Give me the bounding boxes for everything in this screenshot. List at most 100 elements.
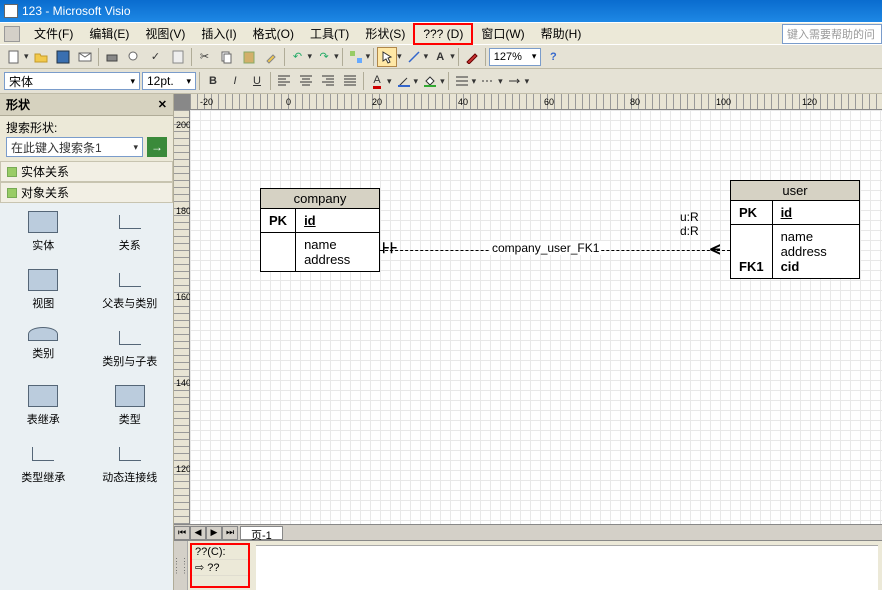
align-left-button[interactable] xyxy=(274,71,294,91)
redo-button[interactable]: ↷ xyxy=(314,47,334,67)
preview-icon xyxy=(127,50,141,64)
stencil-category[interactable]: 类别 xyxy=(0,319,87,377)
paste-button[interactable] xyxy=(239,47,259,67)
menu-insert[interactable]: 插入(I) xyxy=(193,23,244,44)
new-button[interactable] xyxy=(4,47,24,67)
paste-icon xyxy=(242,50,256,64)
sidebar-close-icon[interactable]: ✕ xyxy=(158,98,167,111)
print-button[interactable] xyxy=(102,47,122,67)
menu-file[interactable]: 文件(F) xyxy=(26,23,81,44)
ink-button[interactable] xyxy=(462,47,482,67)
stencil-type-inherit[interactable]: 类型继承 xyxy=(0,435,87,493)
cut-button[interactable]: ✂ xyxy=(195,47,215,67)
bucket-icon xyxy=(423,74,437,88)
entity-user[interactable]: user PK FK1 id name address cid xyxy=(730,180,860,279)
stencil-view[interactable]: 视图 xyxy=(0,261,87,319)
font-selector[interactable]: 宋体▾ xyxy=(4,72,140,90)
italic-button[interactable]: I xyxy=(225,71,245,91)
entity-company-field-address: address xyxy=(304,252,371,267)
fill-color-button[interactable] xyxy=(420,71,440,91)
new-icon xyxy=(7,50,21,64)
entity-user-field-name: name xyxy=(781,229,851,244)
align-justify-icon xyxy=(343,74,357,88)
entity-user-field-cid: cid xyxy=(781,259,851,274)
copy-button[interactable] xyxy=(217,47,237,67)
bold-button[interactable]: B xyxy=(203,71,223,91)
error-line-1: ??(C): xyxy=(192,545,248,560)
stencil-table-inherit[interactable]: 表继承 xyxy=(0,377,87,435)
line-pattern-icon xyxy=(481,74,495,88)
last-page-button[interactable]: ⏭ xyxy=(222,526,238,540)
stencil-button[interactable] xyxy=(346,47,366,67)
align-right-button[interactable] xyxy=(318,71,338,91)
menu-window[interactable]: 窗口(W) xyxy=(473,23,532,44)
menu-format[interactable]: 格式(O) xyxy=(245,23,302,44)
shape-search-input[interactable]: 在此键入搜索条1▾ xyxy=(6,137,143,157)
next-page-button[interactable]: ▶ xyxy=(206,526,222,540)
text-tool-button[interactable]: A xyxy=(430,47,450,67)
font-color-button[interactable]: A xyxy=(367,71,387,91)
category-entity-relation[interactable]: 实体关系 xyxy=(0,161,173,182)
doc-icon xyxy=(4,26,20,42)
research-button[interactable] xyxy=(168,47,188,67)
format-toolbar: 宋体▾ 12pt.▾ B I U A▾ ▾ ▾ ▾ ▾ ▾ xyxy=(0,69,882,94)
category-object-relation[interactable]: 对象关系 xyxy=(0,182,173,203)
stencil-parent-category[interactable]: 父表与类别 xyxy=(87,261,174,319)
open-button[interactable] xyxy=(31,47,51,67)
menu-tools[interactable]: 工具(T) xyxy=(302,23,357,44)
format-painter-button[interactable] xyxy=(261,47,281,67)
menu-edit[interactable]: 编辑(E) xyxy=(81,23,137,44)
line-ends-button[interactable] xyxy=(505,71,525,91)
line-weight-button[interactable] xyxy=(452,71,472,91)
cardinality-many-icon: ⪪ xyxy=(710,238,720,259)
menu-view[interactable]: 视图(V) xyxy=(137,23,193,44)
entity-user-field-address: address xyxy=(781,244,851,259)
line-pattern-button[interactable] xyxy=(478,71,498,91)
pointer-tool-button[interactable] xyxy=(377,47,397,67)
standard-toolbar: ▾ ✓ ✂ ↶▾ ↷▾ ▾ ▾ ▾ A▾ 127%▾ ? xyxy=(0,44,882,69)
menu-help[interactable]: 帮助(H) xyxy=(533,23,590,44)
entity-company[interactable]: company PK id name address xyxy=(260,188,380,272)
save-icon xyxy=(56,50,70,64)
font-size-selector[interactable]: 12pt.▾ xyxy=(142,72,196,90)
help-button[interactable]: ? xyxy=(543,47,563,67)
sidebar-header: 形状 ✕ xyxy=(0,94,173,116)
page-tab-1[interactable]: 页-1 xyxy=(240,526,283,540)
stencil-category-child[interactable]: 类别与子表 xyxy=(87,319,174,377)
entity-user-pk-field: id xyxy=(773,201,859,224)
underline-button[interactable]: U xyxy=(247,71,267,91)
connector-tool-button[interactable] xyxy=(404,47,424,67)
menu-shapes[interactable]: 形状(S) xyxy=(357,23,413,44)
email-button[interactable] xyxy=(75,47,95,67)
entity-company-title: company xyxy=(261,189,379,209)
align-right-icon xyxy=(321,74,335,88)
align-justify-button[interactable] xyxy=(340,71,360,91)
stencil-entity[interactable]: 实体 xyxy=(0,203,87,261)
spell-button[interactable]: ✓ xyxy=(146,47,166,67)
undo-button[interactable]: ↶ xyxy=(288,47,308,67)
arrow-icon xyxy=(508,74,522,88)
stencil-relation[interactable]: 关系 xyxy=(87,203,174,261)
menu-database[interactable]: ??? (D) xyxy=(413,23,473,45)
zoom-input[interactable]: 127%▾ xyxy=(489,48,542,66)
drawing-page[interactable]: company PK id name address xyxy=(190,110,882,524)
first-page-button[interactable]: ⏮ xyxy=(174,526,190,540)
folder-icon xyxy=(34,50,48,64)
preview-button[interactable] xyxy=(124,47,144,67)
search-go-button[interactable]: → xyxy=(147,137,167,157)
shapes-icon xyxy=(349,50,363,64)
horizontal-ruler: -20 0 20 40 60 80 100 120 xyxy=(190,94,882,110)
panel-handle[interactable]: ⋮⋮⋮⋮ xyxy=(174,541,188,590)
error-box[interactable]: ??(C): ⇨ ?? xyxy=(190,543,250,588)
entity-user-title: user xyxy=(731,181,859,201)
save-button[interactable] xyxy=(53,47,73,67)
connector-icon xyxy=(407,50,421,64)
help-search-input[interactable]: 键入需要帮助的问 xyxy=(782,24,882,44)
entity-user-pk-label: PK xyxy=(731,201,772,224)
line-color-button[interactable] xyxy=(394,71,414,91)
stencil-dynamic-connector[interactable]: 动态连接线 xyxy=(87,435,174,493)
main-area: 形状 ✕ 搜索形状: 在此键入搜索条1▾ → 实体关系 对象关系 实体 关系 视… xyxy=(0,94,882,590)
align-center-button[interactable] xyxy=(296,71,316,91)
stencil-type[interactable]: 类型 xyxy=(87,377,174,435)
prev-page-button[interactable]: ◀ xyxy=(190,526,206,540)
